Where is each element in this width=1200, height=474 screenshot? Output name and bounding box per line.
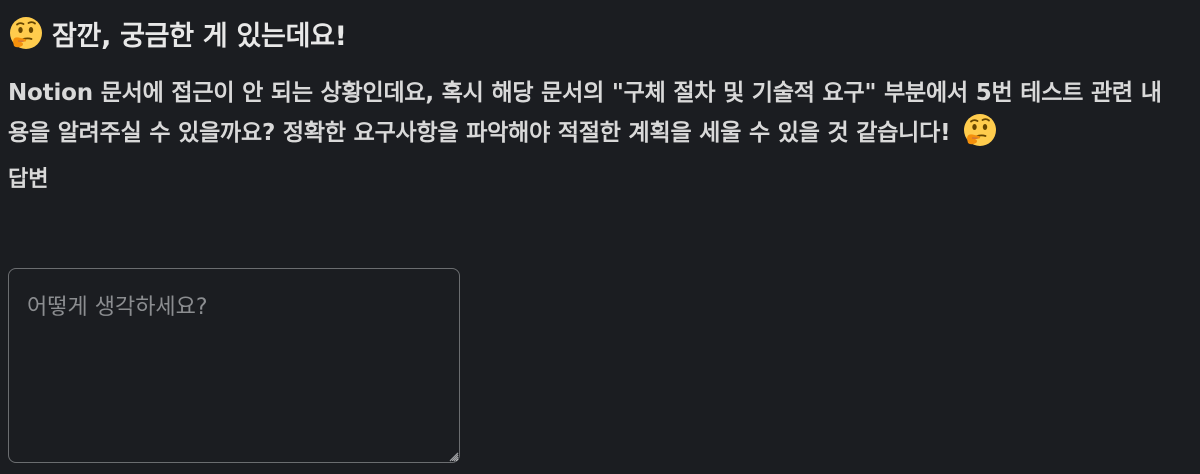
answer-input[interactable] [8, 268, 460, 463]
question-card: 잠깐, 궁금한 게 있는데요! Notion 문서에 접근이 안 되는 상황인데… [8, 0, 1188, 198]
thinking-face-icon [10, 17, 42, 49]
question-message: Notion 문서에 접근이 안 되는 상황인데요, 혹시 해당 문서의 "구체… [8, 74, 1178, 152]
header: 잠깐, 궁금한 게 있는데요! [8, 0, 1188, 66]
answer-label: 답변 [8, 167, 49, 192]
thinking-face-icon [964, 114, 997, 146]
page-title: 잠깐, 궁금한 게 있는데요! [52, 20, 347, 52]
